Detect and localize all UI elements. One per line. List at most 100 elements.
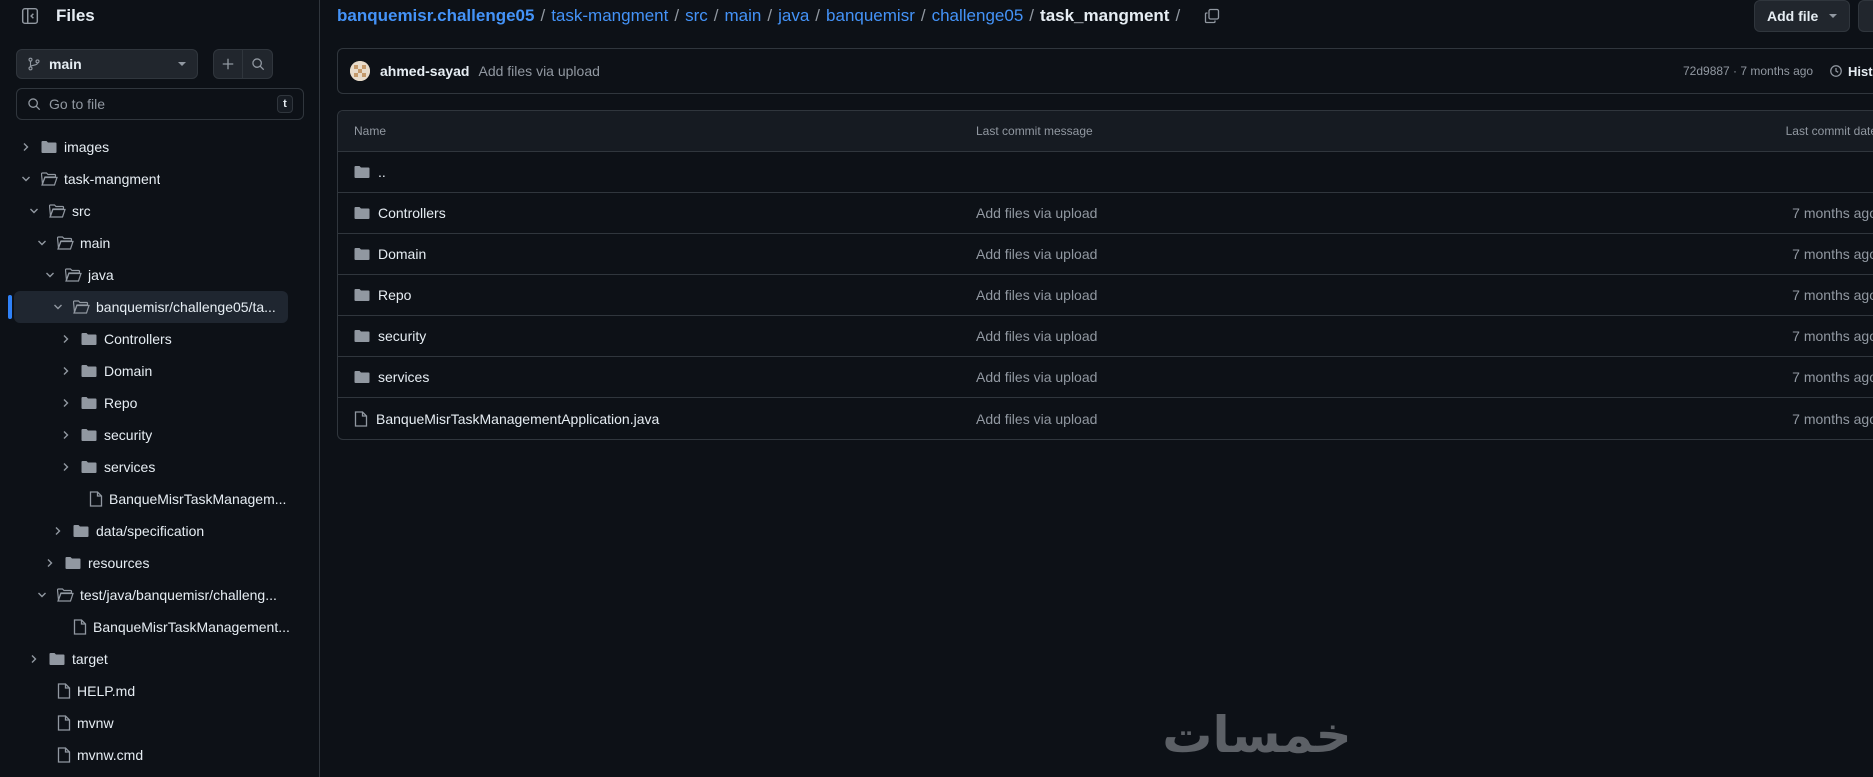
go-to-file-placeholder: Go to file (49, 96, 106, 112)
history-button[interactable]: History (1829, 64, 1873, 79)
entry-link[interactable]: services (378, 369, 429, 385)
parent-directory-link[interactable]: .. (378, 164, 386, 180)
commit-date-cell: 7 months ago (1792, 287, 1873, 303)
breadcrumb-separator: / (767, 6, 773, 25)
collapse-sidebar-button[interactable] (14, 0, 46, 32)
tree-toggle[interactable] (34, 587, 50, 603)
tree-file-item[interactable]: HELP.md (0, 675, 320, 707)
tree-toggle[interactable] (50, 299, 66, 315)
tree-toggle[interactable] (34, 235, 50, 251)
parent-directory-row[interactable]: .. (338, 152, 1873, 193)
copy-icon (1205, 8, 1220, 24)
commit-message-cell[interactable]: Add files via upload (976, 328, 1097, 344)
folder-open-icon (56, 236, 74, 250)
breadcrumb-link[interactable]: main (725, 6, 762, 26)
branch-controls: main (16, 49, 273, 79)
name-cell: Controllers (354, 205, 446, 221)
main-content: banquemisr.challenge05 / task-mangment /… (320, 0, 1873, 777)
tree-toggle[interactable] (18, 139, 34, 155)
tree-toggle[interactable] (26, 651, 42, 667)
tree-item-label: main (80, 235, 111, 251)
tree-toggle[interactable] (58, 459, 74, 475)
entry-link[interactable]: security (378, 328, 426, 344)
tree-folder-item[interactable]: Domain (0, 355, 320, 387)
chevron-down-icon (22, 176, 30, 182)
tree-folder-item[interactable]: banquemisr/challenge05/ta... (0, 291, 320, 323)
tree-toggle[interactable] (58, 395, 74, 411)
add-file-button[interactable]: Add file (1754, 0, 1850, 32)
entry-link[interactable]: Repo (378, 287, 411, 303)
commit-message-cell[interactable]: Add files via upload (976, 369, 1097, 385)
avatar[interactable] (350, 61, 370, 81)
breadcrumb-link[interactable]: src (685, 6, 708, 26)
name-cell: security (354, 328, 426, 344)
tree-file-item[interactable]: mvnw.cmd (0, 739, 320, 771)
tree-toggle[interactable] (58, 363, 74, 379)
chevron-down-icon (38, 240, 46, 246)
tree-folder-item[interactable]: services (0, 451, 320, 483)
table-row: Controllers Add files via upload 7 months … (338, 193, 1873, 234)
keyboard-shortcut-badge: t (277, 95, 293, 113)
branch-selector[interactable]: main (16, 49, 198, 79)
commit-message-link[interactable]: Add files via upload (478, 63, 599, 79)
tree-file-item[interactable]: BanqueMisrTaskManagement... (0, 611, 320, 643)
tree-item-icon (55, 747, 73, 763)
folder-icon (49, 653, 65, 665)
table-row: Domain Add files via upload 7 months ago (338, 234, 1873, 275)
tree-folder-item[interactable]: task-mangment (0, 163, 320, 195)
commit-meta[interactable]: 72d9887 · 7 months ago (1683, 64, 1813, 78)
commit-message-cell[interactable]: Add files via upload (976, 246, 1097, 262)
tree-item-icon (72, 523, 90, 539)
folder-open-icon (64, 268, 82, 282)
tree-folder-item[interactable]: security (0, 419, 320, 451)
tree-folder-item[interactable]: resources (0, 547, 320, 579)
chevron-right-icon (63, 431, 69, 439)
entry-link[interactable]: Domain (378, 246, 426, 262)
add-file-tree-button[interactable] (213, 49, 243, 79)
commit-message-cell[interactable]: Add files via upload (976, 205, 1097, 221)
tree-folder-item[interactable]: data/specification (0, 515, 320, 547)
tree-folder-item[interactable]: images (0, 131, 320, 163)
tree-item-icon (55, 683, 73, 699)
tree-folder-item[interactable]: Repo (0, 387, 320, 419)
folder-icon (81, 365, 97, 377)
table-row: security Add files via upload 7 months ago (338, 316, 1873, 357)
tree-folder-item[interactable]: src (0, 195, 320, 227)
tree-folder-item[interactable]: main (0, 227, 320, 259)
tree-toggle[interactable] (42, 267, 58, 283)
tree-item-label: Repo (104, 395, 138, 411)
breadcrumb-link[interactable]: banquemisr (826, 6, 915, 26)
name-cell: Repo (354, 287, 411, 303)
tree-toggle[interactable] (26, 203, 42, 219)
file-tree: images task-mangment src main java banquemisr… (0, 131, 320, 771)
tree-file-item[interactable]: BanqueMisrTaskManagem... (0, 483, 320, 515)
breadcrumb-link[interactable]: challenge05 (932, 6, 1024, 26)
more-options-button[interactable]: ·· (1858, 0, 1873, 32)
tree-folder-item[interactable]: java (0, 259, 320, 291)
entry-link[interactable]: Controllers (378, 205, 446, 221)
tree-toggle[interactable] (58, 331, 74, 347)
folder-icon (41, 141, 57, 153)
tree-folder-item[interactable]: target (0, 643, 320, 675)
commit-message-cell[interactable]: Add files via upload (976, 411, 1097, 427)
tree-folder-item[interactable]: Controllers (0, 323, 320, 355)
copy-path-button[interactable] (1202, 6, 1222, 26)
breadcrumb-repo-link[interactable]: banquemisr.challenge05 (337, 6, 534, 26)
tree-toggle[interactable] (42, 555, 58, 571)
history-label: History (1848, 63, 1873, 79)
tree-file-item[interactable]: mvnw (0, 707, 320, 739)
tree-toggle[interactable] (50, 523, 66, 539)
commit-author-link[interactable]: ahmed-sayad (380, 63, 469, 79)
entry-link[interactable]: BanqueMisrTaskManagementApplication.java (376, 411, 659, 427)
tree-item-label: images (64, 139, 110, 155)
search-tree-button[interactable] (243, 49, 273, 79)
breadcrumb-link[interactable]: java (778, 6, 809, 26)
tree-folder-item[interactable]: test/java/banquemisr/challeng... (0, 579, 320, 611)
tree-item-label: Controllers (104, 331, 172, 347)
tree-toggle[interactable] (58, 427, 74, 443)
tree-toggle[interactable] (18, 171, 34, 187)
commit-message-cell[interactable]: Add files via upload (976, 287, 1097, 303)
chevron-down-icon (178, 62, 186, 66)
go-to-file-input[interactable]: Go to file t (16, 88, 304, 120)
breadcrumb-link[interactable]: task-mangment (551, 6, 668, 26)
